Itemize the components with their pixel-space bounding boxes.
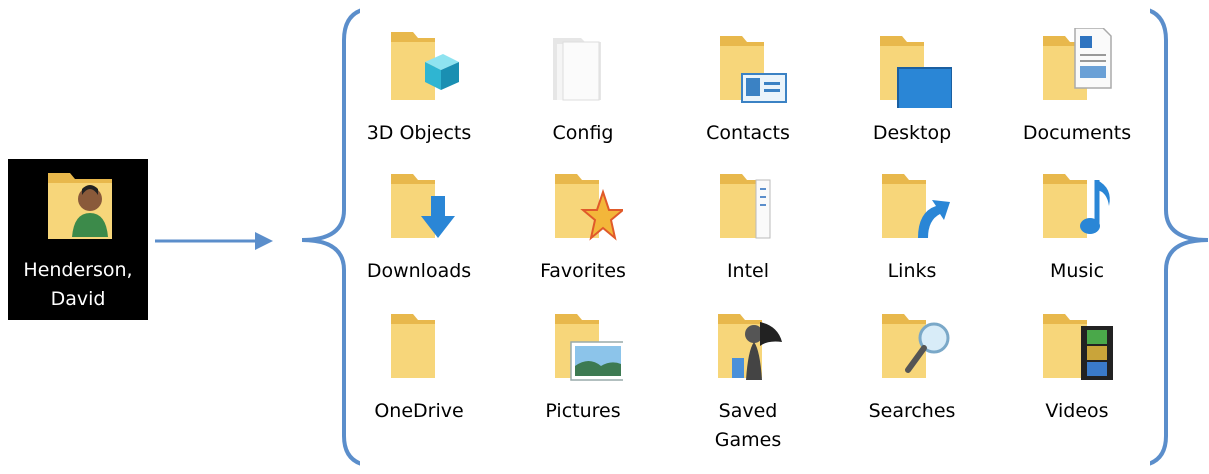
folder-label: 3D Objects [366,122,472,144]
contact-card-folder-icon [720,36,787,103]
folder-desktop[interactable]: Desktop [832,28,992,148]
music-note-folder-icon [1043,174,1110,238]
star-folder-icon [555,174,623,241]
folder-label-line1: Saved [718,400,778,422]
user-profile-folder[interactable]: Henderson, David [8,159,148,320]
folder-label: Saved Games [668,397,828,455]
folder-saved-games[interactable]: Saved Games [668,306,828,455]
folder-intel[interactable]: Intel [668,166,828,286]
folder-label: Contacts [706,122,790,144]
folder-searches[interactable]: Searches [832,306,992,426]
right-curly-brace [1150,8,1209,466]
shortcut-arrow-folder-icon [882,174,950,238]
folder-label: Favorites [540,260,626,282]
cube-folder-icon [391,32,459,100]
user-name-line1: Henderson, [23,259,133,281]
folder-favorites[interactable]: Favorites [503,166,663,286]
folder-label: Documents [1022,122,1132,144]
folder-label: Intel [726,260,770,282]
folder-3d-objects[interactable]: 3D Objects [339,28,499,148]
folder-label: Config [552,122,614,144]
chess-pawn-folder-icon [718,314,782,380]
user-folder-icon [48,173,112,239]
folder-music[interactable]: Music [997,166,1157,286]
folder-label: Music [1049,260,1105,282]
picture-folder-icon [555,314,623,381]
folder-label: Links [887,260,937,282]
film-folder-icon [1043,314,1113,380]
folder-label-line2: Games [714,429,782,451]
plain-folder-icon [391,314,435,378]
folder-label: Videos [1045,400,1109,422]
connector-arrow [155,232,273,250]
intel-folder-icon [720,174,771,239]
desktop-folder-icon [880,36,952,108]
folder-pictures[interactable]: Pictures [503,306,663,426]
user-name-line2: David [50,288,106,310]
folder-documents[interactable]: Documents [997,28,1157,148]
user-name-label: Henderson, David [8,256,148,314]
document-folder-icon [1043,28,1112,100]
folder-contacts[interactable]: Contacts [668,28,828,148]
folder-label: Searches [868,400,956,422]
folder-links[interactable]: Links [832,166,992,286]
folder-onedrive[interactable]: OneDrive [339,306,499,426]
folder-label: OneDrive [374,400,464,422]
folder-label: Desktop [872,122,952,144]
folder-label: Pictures [545,400,621,422]
download-arrow-folder-icon [391,174,455,238]
folder-downloads[interactable]: Downloads [339,166,499,286]
magnifier-folder-icon [882,314,950,378]
folder-videos[interactable]: Videos [997,306,1157,426]
config-folder-icon [553,38,601,101]
folder-label: Downloads [366,260,472,282]
folder-config[interactable]: Config [503,28,663,148]
